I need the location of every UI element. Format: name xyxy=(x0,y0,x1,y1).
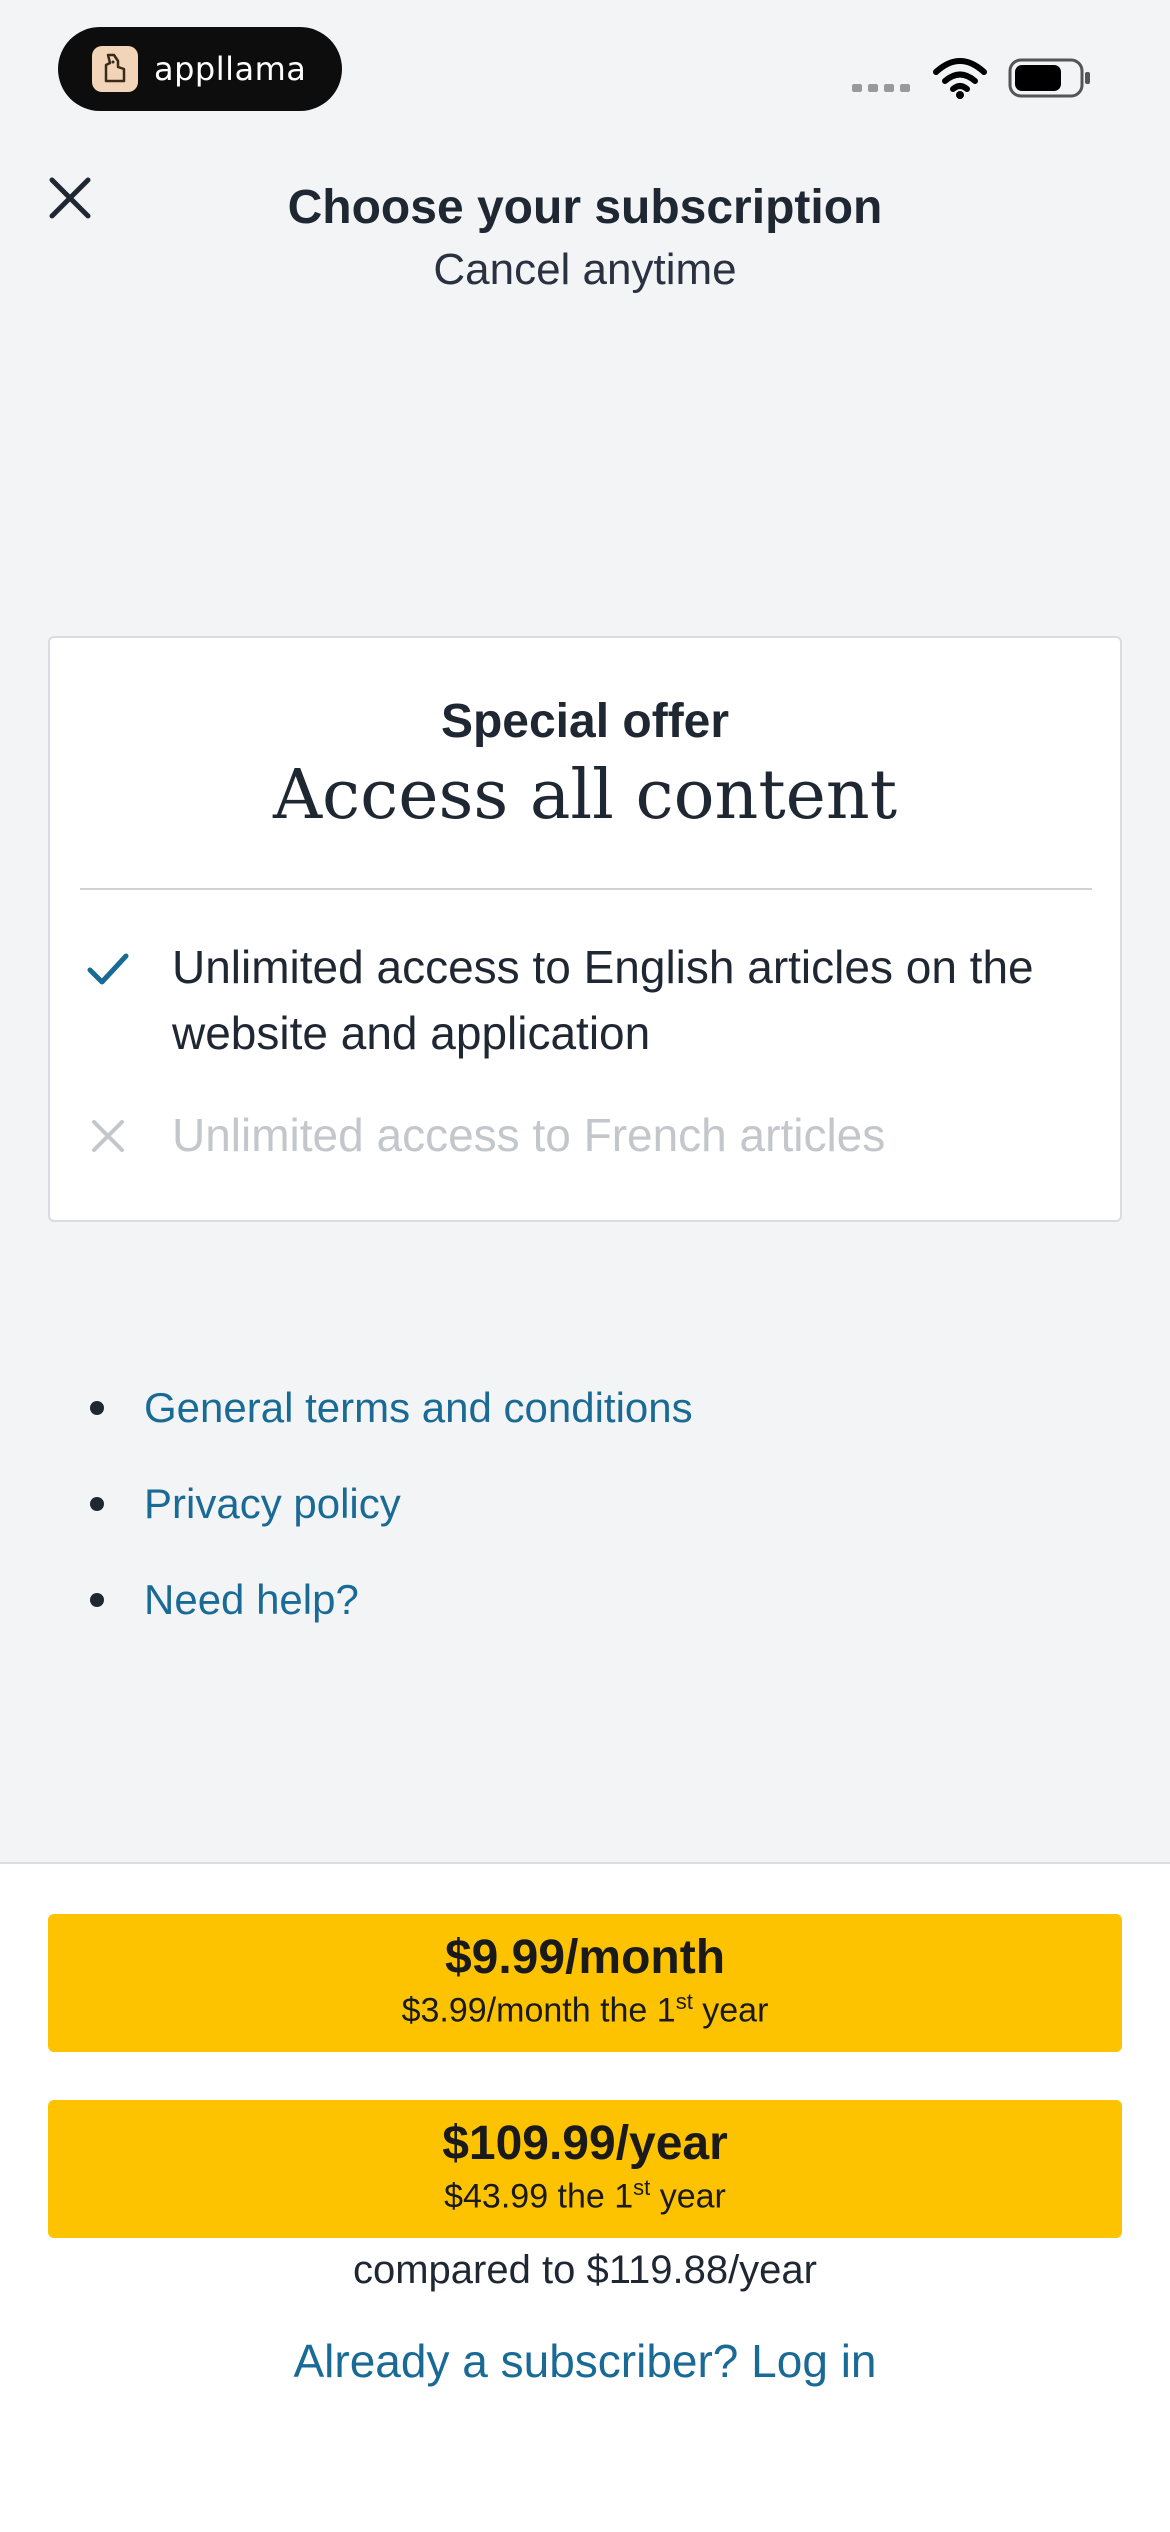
links-list: General terms and conditions Privacy pol… xyxy=(90,1360,693,1648)
plan-detail: $43.99 the 1st year xyxy=(444,2175,726,2216)
offer-title: Access all content xyxy=(272,756,898,835)
plan-price: $9.99/month xyxy=(444,1931,726,1984)
bullet-icon xyxy=(90,1593,104,1607)
feature-text: Unlimited access to English articles on … xyxy=(172,941,1034,1059)
offer-card: Special offer Access all content Unlimit… xyxy=(48,636,1122,1222)
page-subtitle: Cancel anytime xyxy=(433,245,737,294)
list-item: Privacy policy xyxy=(90,1456,693,1552)
help-link[interactable]: Need help? xyxy=(144,1576,359,1624)
app-name: appllama xyxy=(154,50,307,88)
list-item: General terms and conditions xyxy=(90,1360,693,1456)
plan-price: $109.99/year xyxy=(442,2117,728,2170)
bullet-icon xyxy=(90,1401,104,1415)
login-link[interactable]: Already a subscriber? Log in xyxy=(0,2334,1170,2388)
list-item: Need help? xyxy=(90,1552,693,1648)
privacy-link[interactable]: Privacy policy xyxy=(144,1480,401,1528)
cellular-signal-icon xyxy=(852,84,910,92)
compare-text: compared to $119.88/year xyxy=(352,2248,817,2292)
offer-label: Special offer xyxy=(440,695,730,748)
yearly-plan-button[interactable]: $109.99/year $43.99 the 1st year xyxy=(48,2100,1122,2238)
page-title: Choose your subscription xyxy=(287,181,883,234)
x-icon xyxy=(92,1120,124,1152)
feature-text: Unlimited access to French articles xyxy=(172,1109,886,1161)
terms-link[interactable]: General terms and conditions xyxy=(144,1384,693,1432)
check-icon xyxy=(87,953,129,985)
llama-logo-icon xyxy=(92,46,138,92)
status-bar: appllama xyxy=(0,0,1170,120)
divider xyxy=(80,888,1092,890)
wifi-icon xyxy=(933,58,987,99)
bullet-icon xyxy=(90,1497,104,1511)
monthly-plan-button[interactable]: $9.99/month $3.99/month the 1st year xyxy=(48,1914,1122,2052)
app-pill: appllama xyxy=(58,27,342,111)
battery-icon xyxy=(1008,58,1090,98)
plan-detail: $3.99/month the 1st year xyxy=(401,1989,769,2030)
plans-panel: $9.99/month $3.99/month the 1st year $10… xyxy=(0,1862,1170,2532)
